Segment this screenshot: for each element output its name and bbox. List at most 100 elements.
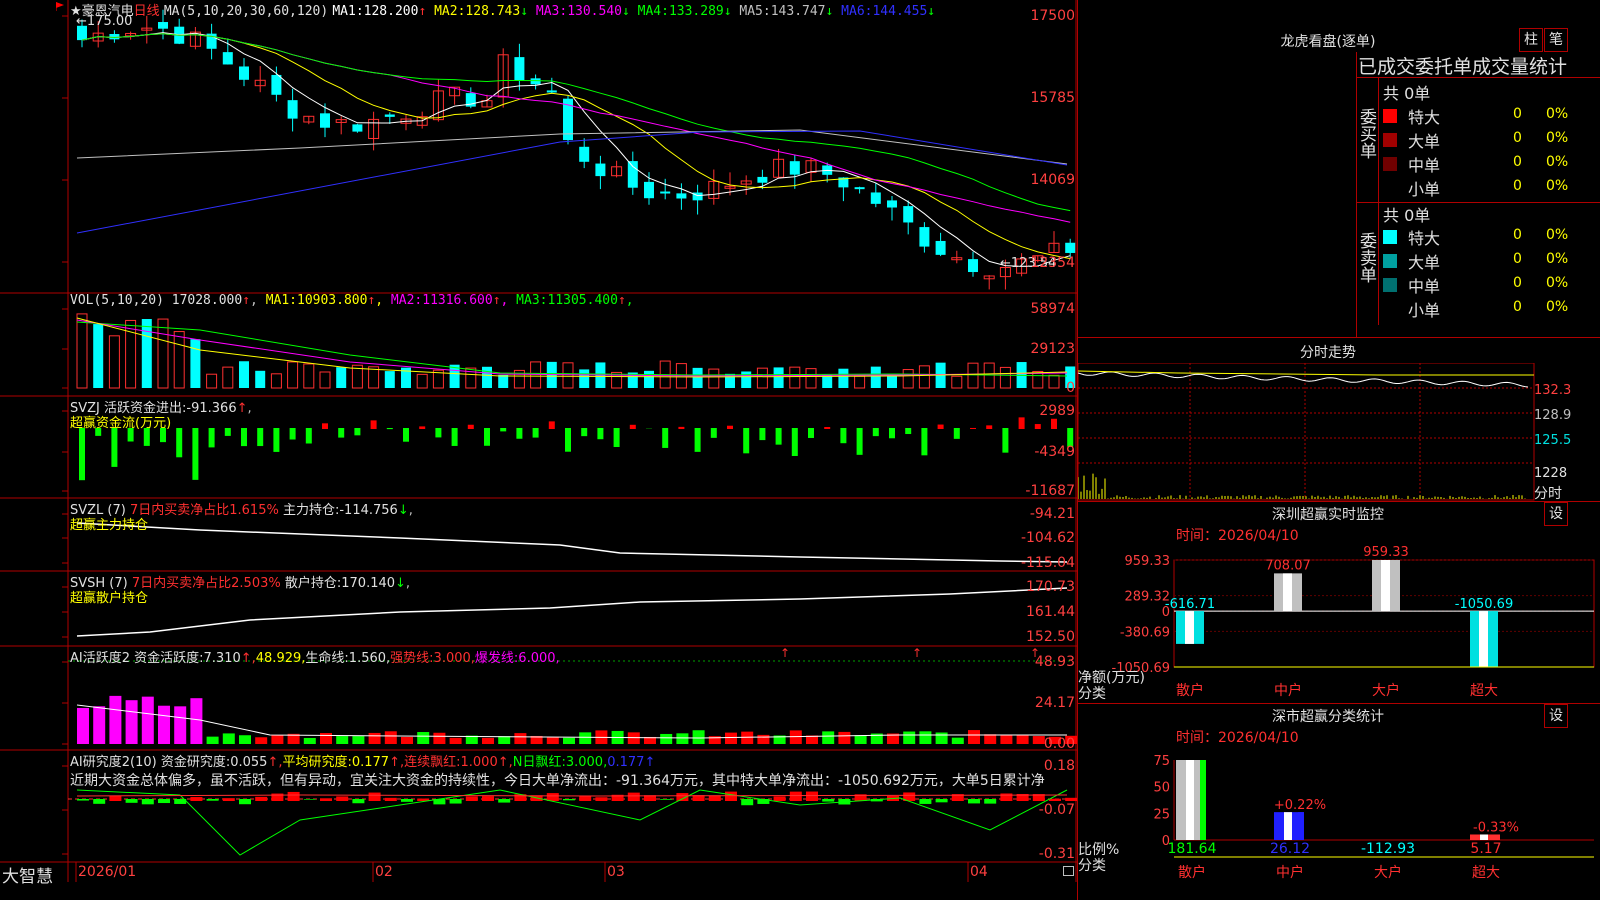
activity-bar (935, 732, 948, 744)
buy-color-swatch (1383, 157, 1397, 171)
sz-class-chart: 75 50 25 0 181.64 散户 +0.22% 26.12 中户 -112.93 大户 -0.… (1078, 745, 1600, 900)
volume-bar (319, 371, 331, 389)
y-tick: 0.18 (1043, 758, 1075, 774)
ma-value-item: 133.289 (668, 4, 724, 19)
sz-monitor-chart: 959.33 289.32 0 -380.69 -1050.69 -616.71 散户 708… (1078, 545, 1600, 703)
flow-bar (840, 428, 847, 444)
holding-line (76, 522, 1068, 563)
x-axis-label: 2026/01 (78, 864, 137, 880)
vol-ma-label-item: MA2: (383, 293, 423, 308)
sell-color-swatch (1383, 278, 1397, 292)
buy-total: 共 0单 (1383, 84, 1431, 103)
activity-bar (854, 735, 867, 744)
volume-bar (108, 335, 120, 389)
signal-arrow: ↑ (780, 646, 790, 660)
ai-research-item: ↑ (644, 755, 656, 770)
flow-bar (516, 428, 523, 439)
activity-bar (255, 737, 268, 744)
category-label: 中户 (1276, 864, 1304, 881)
volume-bar (303, 363, 315, 389)
bar-value-label: -1050.69 (1455, 597, 1513, 612)
y-tick: 58974 (1030, 301, 1075, 317)
bar-value-label: -616.71 (1165, 597, 1215, 612)
activity-bar (141, 696, 154, 744)
intraday-chart[interactable] (1078, 363, 1600, 501)
flow-bar (548, 421, 555, 429)
main-chart-graphics[interactable]: ↑ ↑ ↑ (0, 0, 1077, 882)
ma-line (81, 33, 1071, 260)
activity-bar (627, 732, 640, 744)
activity-bar (903, 731, 916, 744)
ma-values: MA1:128.200↑ MA2:128.743↓ MA3:130.540↓ M… (332, 4, 935, 19)
activity-bar (919, 731, 932, 744)
buy-row-label: 大单 (1408, 132, 1441, 151)
category-label: 大户 (1372, 682, 1400, 699)
flow-bar (273, 428, 280, 452)
y-tick: -94.21 (1029, 506, 1075, 522)
volume-bar (498, 374, 509, 388)
flow-bar (743, 428, 750, 454)
flow-bar (1051, 418, 1057, 429)
candle-down (870, 192, 881, 204)
flow-bar (1002, 428, 1009, 453)
sz-monitor-settings-button[interactable]: 设 (1544, 502, 1568, 526)
research-bar (287, 791, 300, 801)
volume-bar (951, 375, 963, 389)
intraday-price-tick: 128.9 (1534, 408, 1572, 423)
ai-active-item: 生命线: (305, 651, 349, 666)
activity-bar (546, 737, 559, 744)
chart-area[interactable]: ↑ ↑ ↑ ★豪恩汽电日线 MA(5,10,20,30,60,120) MA1:12… (0, 0, 1077, 887)
flow-bar (678, 426, 685, 429)
lock-icon[interactable] (1063, 866, 1074, 876)
flow-bar (629, 424, 636, 429)
ai-active-item: ↑, (240, 651, 256, 666)
flow-bar (532, 428, 539, 438)
research-bar (822, 799, 835, 802)
period-label[interactable]: 日线 (134, 4, 160, 19)
ma-label-item: MA2: (426, 4, 466, 19)
activity-bar (271, 734, 284, 744)
buy-row-pct: 0% (1546, 130, 1569, 146)
research-bar (401, 799, 413, 802)
ma-label: MA(5,10,20,30,60,120) (163, 4, 329, 19)
volume-bar (870, 366, 881, 388)
volume-bar (255, 370, 266, 388)
research-bar (77, 799, 89, 801)
activity-bar (838, 731, 851, 744)
svzl-arrow: ↓ (397, 503, 409, 518)
candle-down (968, 259, 978, 273)
research-bar (368, 792, 381, 801)
vol-ma-values: MA1:10903.800↑, MA2:11316.600↑, MA3:1130… (266, 293, 634, 308)
research-bar (595, 797, 608, 801)
red-flag-icon[interactable] (56, 2, 64, 11)
flow-bar (953, 428, 960, 439)
activity-bar (206, 736, 219, 744)
y-tick: -4349 (1034, 444, 1075, 460)
flow-bar (176, 428, 183, 458)
volume-bar (789, 366, 801, 389)
y-tick: -380.69 (1120, 625, 1170, 640)
flow-bar (597, 428, 604, 440)
volume-bar (530, 361, 542, 389)
y-tick: 17500 (1030, 8, 1075, 24)
research-bar (789, 791, 802, 801)
stroke-mode-button[interactable]: 笔 (1544, 28, 1568, 52)
activity-bar (692, 730, 705, 744)
y-tick: 289.32 (1125, 590, 1171, 605)
research-bar (465, 796, 478, 801)
candle-down (530, 78, 541, 85)
change-label: +0.22% (1274, 798, 1326, 813)
activity-bar (968, 730, 980, 744)
flow-bar (921, 428, 928, 456)
candle-down (158, 22, 168, 29)
activity-bar (449, 737, 462, 744)
bar-mode-button[interactable]: 柱 (1519, 28, 1543, 52)
flow-bar (289, 428, 296, 440)
y-tick: 75 (1153, 754, 1170, 769)
research-bar (336, 796, 349, 801)
sz-class-settings-button[interactable]: 设 (1544, 704, 1568, 728)
flow-bar (241, 428, 247, 447)
intraday-corner-label: 分时 (1534, 486, 1562, 502)
activity-bar (579, 732, 592, 744)
flow-bar (79, 428, 85, 481)
